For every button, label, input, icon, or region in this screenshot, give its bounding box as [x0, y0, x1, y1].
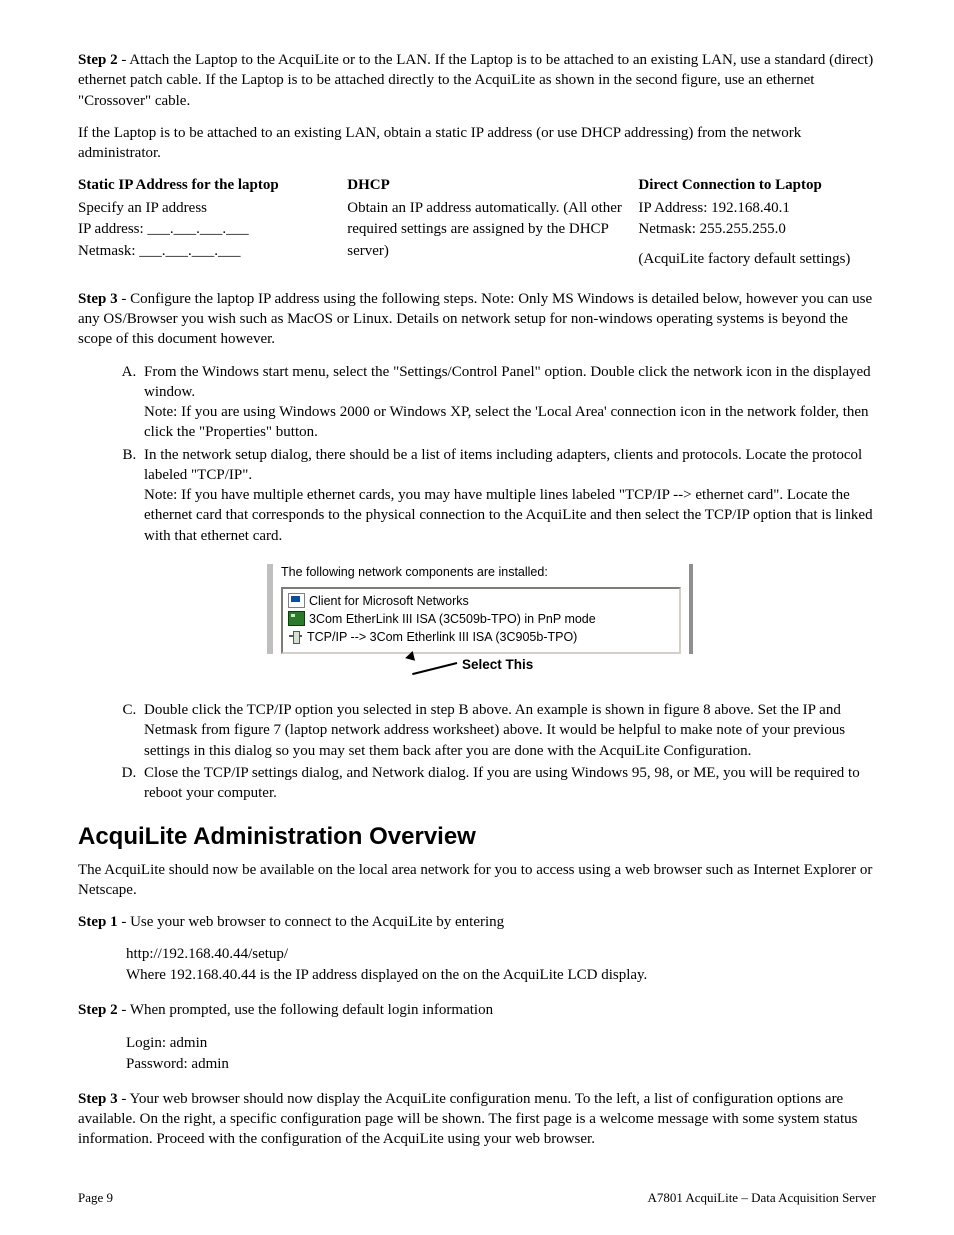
footer-product: A7801 AcquiLite – Data Acquisition Serve… [647, 1189, 876, 1207]
step3-intro-text: - Configure the laptop IP address using … [78, 291, 872, 348]
admin-step2: Step 2 - When prompted, use the followin… [78, 1000, 876, 1020]
col3-l2: Netmask: 255.255.255.0 [638, 219, 876, 241]
select-this-arrow-icon [407, 652, 457, 666]
admin-step2-text: - When prompted, use the following defau… [118, 1002, 493, 1018]
step3-A: From the Windows start menu, select the … [140, 362, 876, 443]
step3-intro: Step 3 - Configure the laptop IP address… [78, 289, 876, 350]
dialog-item-adapter: 3Com EtherLink III ISA (3C509b-TPO) in P… [287, 610, 675, 628]
dialog-item2-text: 3Com EtherLink III ISA (3C509b-TPO) in P… [309, 610, 596, 628]
col1-head: Static IP Address for the laptop [78, 175, 347, 195]
step2-para1: Step 2 - Attach the Laptop to the AcquiL… [78, 50, 876, 111]
protocol-icon [288, 630, 303, 643]
admin-url: http://192.168.40.44/setup/ [126, 944, 876, 965]
admin-url-note: Where 192.168.40.44 is the IP address di… [126, 965, 876, 986]
dialog-shadow-right [689, 564, 693, 654]
dialog-listbox: Client for Microsoft Networks 3Com Ether… [281, 587, 681, 654]
dialog-item-protocol: TCP/IP --> 3Com Etherlink III ISA (3C905… [287, 628, 675, 646]
step3-C: Double click the TCP/IP option you selec… [140, 700, 876, 761]
admin-intro: The AcquiLite should now be available on… [78, 860, 876, 901]
dialog-shadow-left [267, 564, 273, 654]
col1-l2: IP address: ___.___.___.___ [78, 219, 347, 241]
col3-l1: IP Address: 192.168.40.1 [638, 198, 876, 220]
dialog-item1-text: Client for Microsoft Networks [309, 592, 469, 610]
page-footer: Page 9 A7801 AcquiLite – Data Acquisitio… [78, 1189, 876, 1207]
step2-para2: If the Laptop is to be attached to an ex… [78, 123, 876, 164]
step3-list-cont: Double click the TCP/IP option you selec… [78, 700, 876, 803]
step3-B: In the network setup dialog, there shoul… [140, 445, 876, 546]
step3-list: From the Windows start menu, select the … [78, 362, 876, 546]
footer-page: Page 9 [78, 1189, 113, 1207]
network-dialog-figure: The following network components are ins… [78, 564, 876, 676]
dialog-item-client: Client for Microsoft Networks [287, 592, 675, 610]
col1-l3: Netmask: ___.___.___.___ [78, 241, 347, 263]
admin-overview-heading: AcquiLite Administration Overview [78, 821, 876, 853]
col2-head: DHCP [347, 175, 632, 195]
client-icon [288, 593, 305, 608]
col1-l1: Specify an IP address [78, 198, 347, 220]
dialog-item3-text: TCP/IP --> 3Com Etherlink III ISA (3C905… [307, 628, 577, 646]
ip-address-table: Static IP Address for the laptop Specify… [78, 175, 876, 271]
admin-step2-label: Step 2 [78, 1002, 118, 1018]
select-this-label: Select This [462, 656, 533, 674]
admin-step3: Step 3 - Your web browser should now dis… [78, 1089, 876, 1150]
admin-step2-details: Login: admin Password: admin [126, 1033, 876, 1075]
admin-step3-text: - Your web browser should now display th… [78, 1091, 858, 1148]
adapter-icon [288, 611, 305, 626]
col3-l3: (AcquiLite factory default settings) [638, 249, 876, 271]
step3-D: Close the TCP/IP settings dialog, and Ne… [140, 763, 876, 804]
admin-login: Login: admin [126, 1033, 876, 1054]
admin-step3-label: Step 3 [78, 1091, 118, 1107]
step2-label: Step 2 [78, 52, 118, 68]
col3-head: Direct Connection to Laptop [638, 175, 876, 195]
admin-step1: Step 1 - Use your web browser to connect… [78, 912, 876, 932]
admin-password: Password: admin [126, 1054, 876, 1075]
step3-label: Step 3 [78, 291, 118, 307]
dialog-caption: The following network components are ins… [281, 564, 687, 581]
col2-l1: Obtain an IP address automatically. (All… [347, 198, 632, 263]
admin-step1-label: Step 1 [78, 914, 118, 930]
admin-step1-text: - Use your web browser to connect to the… [118, 914, 505, 930]
step2-text1: - Attach the Laptop to the AcquiLite or … [78, 52, 873, 109]
admin-step1-details: http://192.168.40.44/setup/ Where 192.16… [126, 944, 876, 986]
